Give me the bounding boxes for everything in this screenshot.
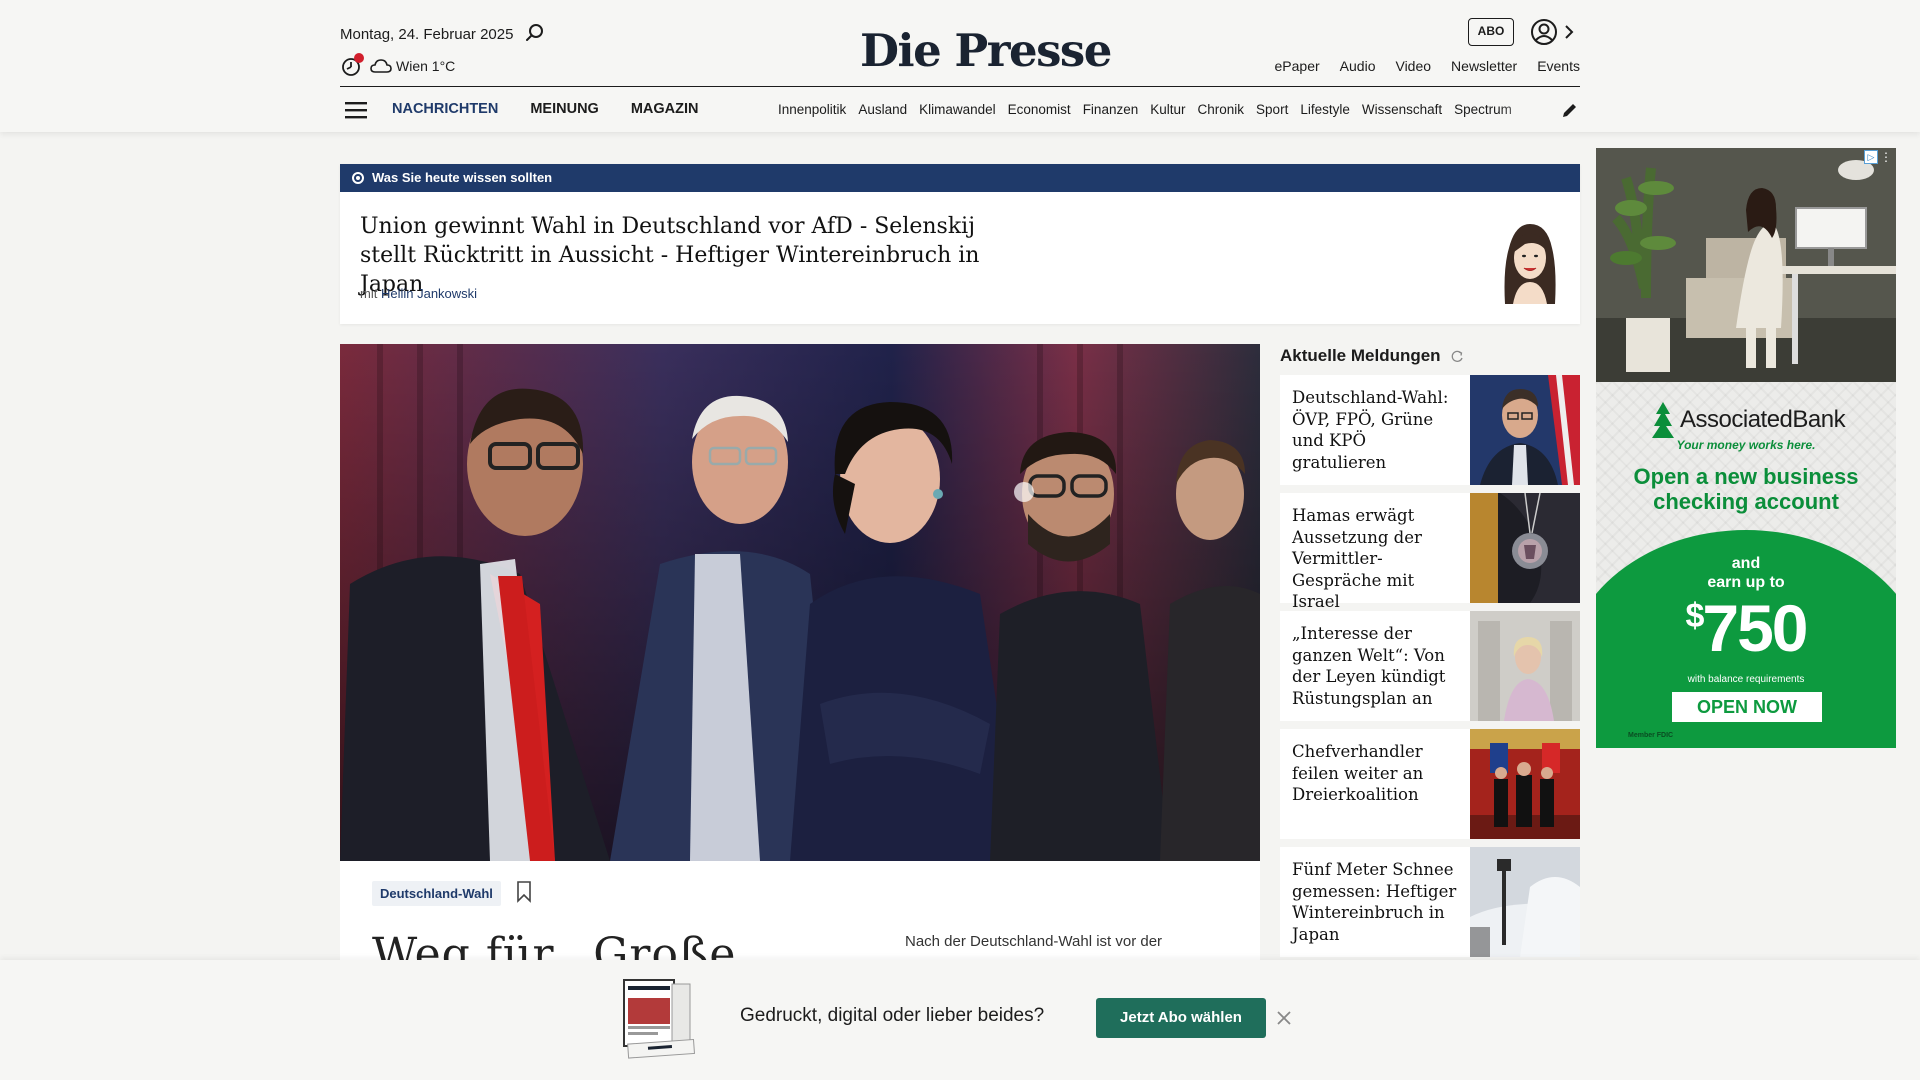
ad-earn-text: and earn up to: [1596, 554, 1896, 592]
current-date: Montag, 24. Februar 2025: [340, 26, 514, 43]
subnav-finanzen[interactable]: Finanzen: [1083, 102, 1139, 117]
subnav-chronik[interactable]: Chronik: [1198, 102, 1245, 117]
ad-brand: AssociatedBank: [1680, 406, 1846, 433]
toplink-video[interactable]: Video: [1395, 58, 1431, 74]
author-avatar: [1504, 224, 1556, 304]
briefing-label: Was Sie heute wissen sollten: [372, 170, 553, 185]
news-thumbnail: [1470, 611, 1580, 721]
ad-photo: [1596, 148, 1896, 382]
news-thumbnail: [1470, 847, 1580, 957]
ad-requirement: with balance requirements: [1687, 674, 1805, 685]
weather-text: Wien 1°C: [396, 58, 456, 74]
subnav-wissenschaft[interactable]: Wissenschaft: [1362, 102, 1442, 117]
news-thumbnail: [1470, 375, 1580, 485]
subnav-ausland[interactable]: Ausland: [858, 102, 907, 117]
nav-meinung[interactable]: MEINUNG: [530, 101, 598, 117]
site-logo[interactable]: Die Presse: [860, 24, 1112, 77]
notification-dot: [354, 53, 364, 63]
aktuell-heading[interactable]: Aktuelle Meldungen: [1280, 346, 1441, 366]
associated-bank-logo-icon: [1652, 402, 1674, 438]
nav-nachrichten[interactable]: NACHRICHTEN: [392, 101, 498, 117]
briefing-byline: mit Hellin Jankowski: [360, 286, 477, 301]
hamburger-menu-icon[interactable]: [344, 100, 368, 120]
news-item[interactable]: Chefverhandler feilen weiter an Dreierko…: [1280, 729, 1580, 839]
news-item[interactable]: Fünf Meter Schnee gemessen: Heftiger Win…: [1280, 847, 1580, 957]
ad-tagline: Your money works here.: [1676, 438, 1816, 452]
news-item[interactable]: Hamas erwägt Aussetzung der Vermittler-G…: [1280, 493, 1580, 611]
sub-nav: Innenpolitik Ausland Klimawandel Economi…: [778, 102, 1540, 117]
user-account-icon[interactable]: [1530, 18, 1558, 46]
lead-photo-image: [340, 344, 1260, 861]
adchoices-icon[interactable]: ▷: [1864, 150, 1878, 164]
subscription-text: Gedruckt, digital oder lieber beides?: [740, 1005, 1045, 1026]
subscription-banner: Gedruckt, digital oder lieber beides? Je…: [0, 960, 1920, 1080]
news-item[interactable]: Deutschland-Wahl: ÖVP, FPÖ, Grüne und KP…: [1280, 375, 1580, 485]
lead-article-photo[interactable]: [340, 344, 1260, 861]
nav-magazin[interactable]: MAGAZIN: [631, 101, 699, 117]
article-lead: Nach der Deutschland-Wahl ist vor der: [905, 933, 1163, 950]
article-category-tag[interactable]: Deutschland-Wahl: [372, 881, 501, 906]
header-inner: Montag, 24. Februar 2025 Wien 1°C Die Pr…: [340, 0, 1580, 132]
ad-and: and: [1731, 555, 1761, 572]
main-nav: NACHRICHTEN MEINUNG MAGAZIN: [392, 101, 699, 117]
subnav-lifestyle[interactable]: Lifestyle: [1300, 102, 1350, 117]
subnav-economist[interactable]: Economist: [1008, 102, 1071, 117]
subnav-kultur[interactable]: Kultur: [1150, 102, 1185, 117]
search-icon[interactable]: [524, 22, 546, 44]
ad-amount: $750: [1596, 590, 1896, 666]
close-icon[interactable]: [1276, 1010, 1292, 1026]
lead-article-card[interactable]: Deutschland-Wahl Weg für „Große Nach der…: [340, 861, 1260, 980]
briefing-author[interactable]: Hellin Jankowski: [381, 286, 477, 301]
news-thumbnail: [1470, 729, 1580, 839]
news-thumbnail: [1470, 493, 1580, 603]
toplink-epaper[interactable]: ePaper: [1275, 58, 1320, 74]
bookmark-icon[interactable]: [516, 881, 532, 903]
subnav-innenpolitik[interactable]: Innenpolitik: [778, 102, 846, 117]
news-title: Hamas erwägt Aussetzung der Vermittler-G…: [1292, 506, 1422, 611]
subnav-klimawandel[interactable]: Klimawandel: [919, 102, 996, 117]
toplink-audio[interactable]: Audio: [1340, 58, 1376, 74]
pencil-icon[interactable]: [1560, 100, 1580, 120]
news-item[interactable]: „Interesse der ganzen Welt“: Von der Ley…: [1280, 611, 1580, 721]
toplink-events[interactable]: Events: [1537, 58, 1580, 74]
ad-amount-value: 750: [1702, 591, 1808, 665]
ad-offer: Open a new business checking account: [1633, 464, 1859, 514]
ad-content: AssociatedBank Your money works here. Op…: [1596, 382, 1896, 748]
ad-fdic-note: Member FDIC: [1628, 732, 1674, 739]
news-title: Chefverhandler feilen weiter an Dreierko…: [1292, 742, 1424, 804]
header-divider: [340, 86, 1580, 87]
news-title: Fünf Meter Schnee gemessen: Heftiger Win…: [1292, 860, 1457, 944]
site-header: Montag, 24. Februar 2025 Wien 1°C Die Pr…: [0, 0, 1920, 132]
news-title: „Interesse der ganzen Welt“: Von der Ley…: [1292, 624, 1446, 708]
newspaper-tablet-image: [623, 979, 696, 1059]
ad-currency: $: [1685, 597, 1704, 635]
cloud-icon: [370, 59, 392, 73]
advertisement[interactable]: ▷ ⋮ AssociatedBank Your money works here…: [1596, 148, 1896, 748]
ad-options-icon[interactable]: ⋮: [1880, 150, 1892, 164]
ad-cta-button[interactable]: OPEN NOW: [1672, 692, 1822, 722]
abo-button[interactable]: ABO: [1468, 18, 1514, 46]
briefing-label-bar: Was Sie heute wissen sollten: [340, 164, 1580, 192]
ad-earn: earn up to: [1707, 574, 1785, 591]
news-title: Deutschland-Wahl: ÖVP, FPÖ, Grüne und KP…: [1292, 388, 1449, 472]
subnav-fade: [1500, 102, 1540, 117]
subscribe-button[interactable]: Jetzt Abo wählen: [1096, 998, 1266, 1038]
refresh-icon: [1451, 350, 1463, 362]
daily-briefing-box[interactable]: Was Sie heute wissen sollten Union gewin…: [340, 164, 1580, 324]
byline-prefix: mit: [360, 286, 378, 301]
chevron-right-icon[interactable]: [1562, 22, 1576, 42]
subnav-sport[interactable]: Sport: [1256, 102, 1288, 117]
live-dot-icon: [352, 172, 364, 184]
toplink-newsletter[interactable]: Newsletter: [1451, 58, 1517, 74]
top-links: ePaper Audio Video Newsletter Events: [1275, 58, 1580, 74]
